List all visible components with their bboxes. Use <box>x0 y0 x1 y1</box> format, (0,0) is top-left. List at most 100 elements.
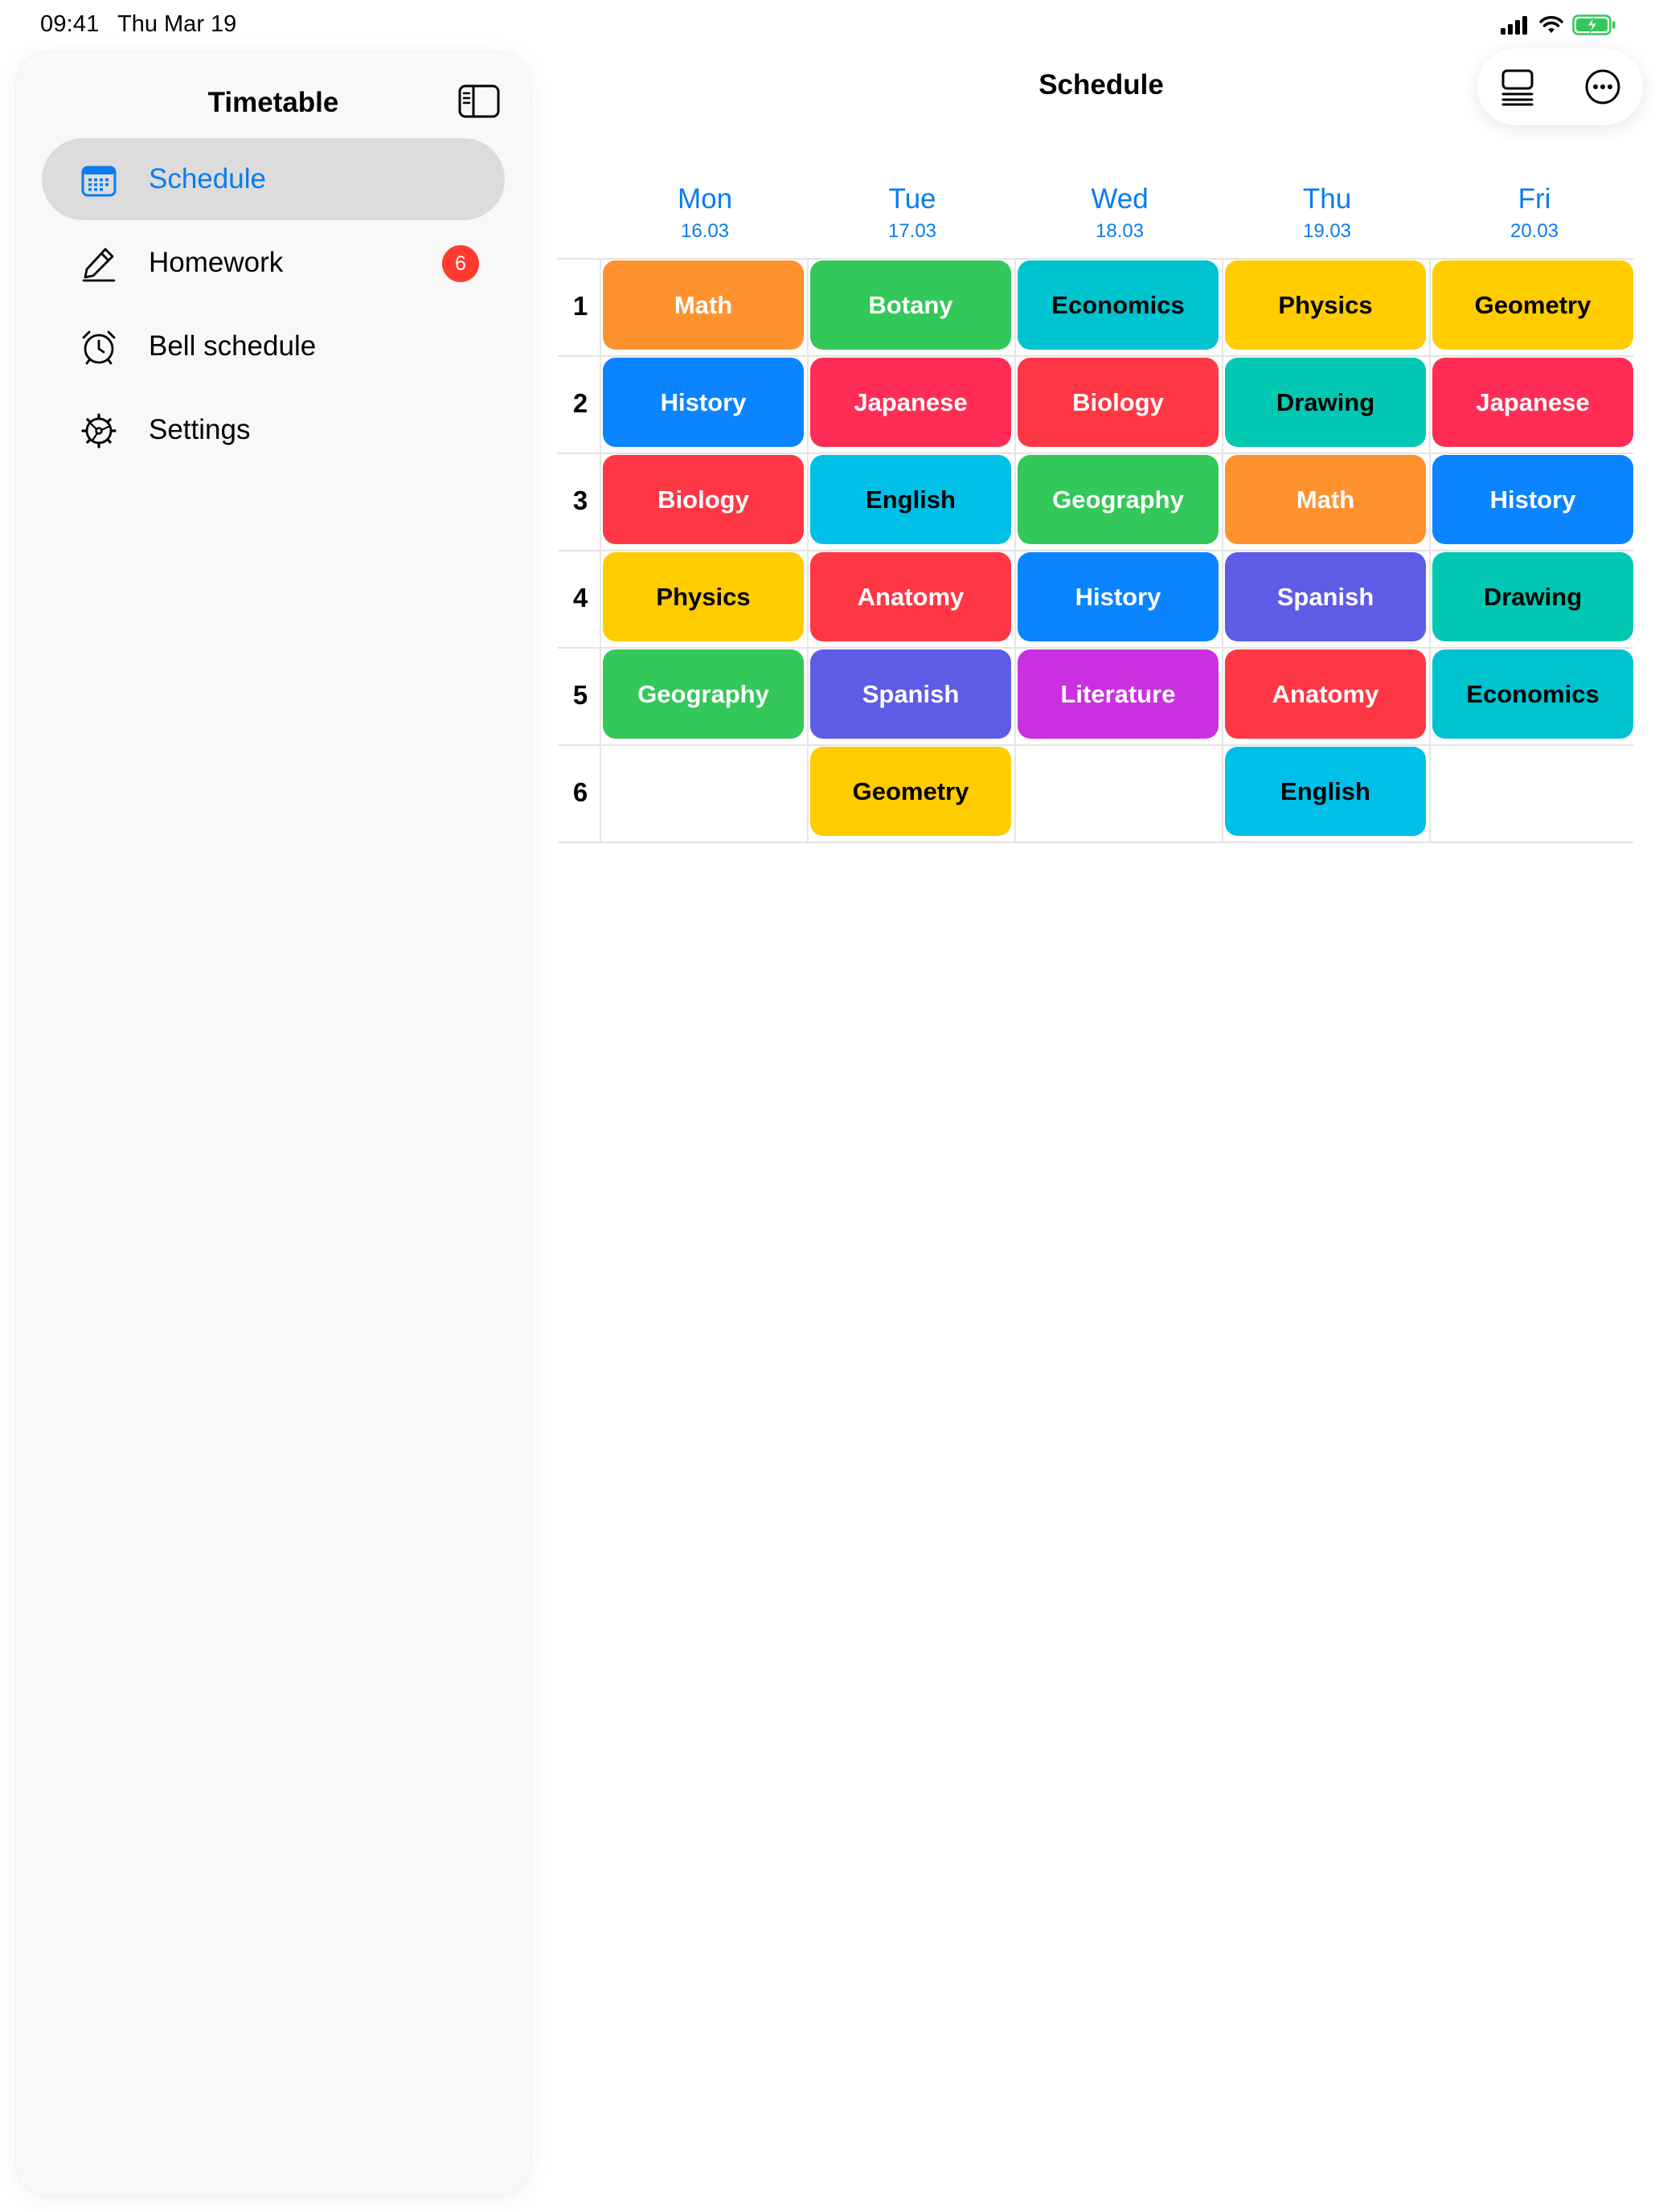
status-date: Thu Mar 19 <box>117 11 237 37</box>
lesson-subject: History <box>1075 582 1161 611</box>
day-header[interactable]: Thu 19.03 <box>1225 183 1429 243</box>
status-time: 09:41 <box>40 11 100 37</box>
lesson-cell[interactable]: Economics <box>1432 649 1633 739</box>
lesson-cell[interactable]: Drawing <box>1432 552 1633 641</box>
lesson-cell[interactable]: English <box>1225 747 1426 836</box>
day-header[interactable]: Mon 16.03 <box>603 183 807 243</box>
lesson-cell[interactable]: Drawing <box>1225 358 1426 447</box>
period-number: 2 <box>572 388 588 418</box>
gear-icon <box>81 413 117 449</box>
pencil-icon <box>82 248 116 282</box>
lesson-cell[interactable]: Japanese <box>810 358 1011 447</box>
more-options-icon[interactable] <box>1583 68 1622 106</box>
sidebar-item-label: Schedule <box>149 163 266 195</box>
lesson-subject: Physics <box>656 582 751 611</box>
lesson-cell[interactable]: History <box>603 358 804 447</box>
lesson-cell[interactable]: Biology <box>1018 358 1219 447</box>
lesson-cell[interactable]: Physics <box>603 552 804 641</box>
period-number: 4 <box>572 583 588 612</box>
sidebar-item-settings[interactable]: Settings <box>42 389 505 471</box>
lesson-cell[interactable]: Physics <box>1225 260 1426 350</box>
sidebar-item-label: Homework <box>149 247 284 278</box>
lesson-subject: Economics <box>1466 679 1600 708</box>
lesson-cell[interactable]: Geography <box>603 649 804 739</box>
lesson-cell[interactable]: Math <box>1225 455 1426 544</box>
day-date: 16.03 <box>680 220 730 242</box>
lesson-cell[interactable]: History <box>1432 455 1633 544</box>
lesson-cell[interactable]: Geography <box>1018 455 1219 544</box>
lesson-subject: Japanese <box>854 387 968 416</box>
day-date: 19.03 <box>1302 220 1352 242</box>
lesson-cell[interactable]: Spanish <box>1225 552 1426 641</box>
day-name: Fri <box>1518 183 1551 215</box>
day-header[interactable]: Fri 20.03 <box>1432 183 1636 243</box>
lesson-subject: Spanish <box>862 679 960 708</box>
day-header[interactable]: Tue 17.03 <box>810 183 1014 243</box>
lesson-subject: Botany <box>868 290 953 319</box>
grid-divider <box>807 258 809 842</box>
wifi-icon <box>1539 15 1563 33</box>
lesson-cell[interactable]: Spanish <box>810 649 1011 739</box>
lesson-cell[interactable]: English <box>810 455 1011 544</box>
lesson-subject: History <box>1489 485 1576 514</box>
grid-divider <box>558 550 1633 551</box>
grid-divider <box>600 258 601 842</box>
lesson-cell[interactable]: Botany <box>810 260 1011 350</box>
lesson-subject: Drawing <box>1276 387 1375 416</box>
lesson-subject: English <box>1280 776 1370 805</box>
list-view-icon[interactable] <box>1498 68 1537 106</box>
grid-divider <box>1014 258 1016 842</box>
day-date: 18.03 <box>1095 220 1145 242</box>
lesson-subject: Math <box>1296 485 1355 514</box>
day-name: Wed <box>1091 183 1149 215</box>
lesson-subject: Literature <box>1060 679 1176 708</box>
lesson-subject: History <box>660 387 747 416</box>
sidebar-item-bell-schedule[interactable]: Bell schedule <box>42 305 505 387</box>
lesson-cell[interactable]: Economics <box>1018 260 1219 350</box>
sidebar-item-homework[interactable]: Homework 6 <box>42 222 505 304</box>
day-date: 17.03 <box>887 220 937 242</box>
sidebar-toggle-icon[interactable] <box>458 84 500 119</box>
lesson-subject: Anatomy <box>857 582 965 611</box>
toolbar <box>1477 48 1643 125</box>
lesson-subject: Biology <box>1072 387 1164 416</box>
period-number: 6 <box>572 777 588 807</box>
day-header[interactable]: Wed 18.03 <box>1018 183 1222 243</box>
lesson-subject: Economics <box>1051 290 1185 319</box>
lesson-cell[interactable]: Japanese <box>1432 358 1633 447</box>
lesson-subject: Geometry <box>852 776 969 805</box>
lesson-subject: Spanish <box>1276 582 1374 611</box>
grid-divider <box>558 258 1633 260</box>
lesson-cell[interactable]: Anatomy <box>1225 649 1426 739</box>
period-number: 5 <box>572 680 588 710</box>
grid-divider <box>558 453 1633 454</box>
lesson-cell[interactable]: Anatomy <box>810 552 1011 641</box>
lesson-subject: Biology <box>657 485 749 514</box>
lesson-subject: Geography <box>1052 485 1184 514</box>
calendar-icon <box>81 166 117 197</box>
page-title: Schedule <box>1038 69 1164 100</box>
sidebar-item-schedule[interactable]: Schedule <box>42 138 505 220</box>
lesson-subject: English <box>866 485 956 514</box>
period-number: 3 <box>572 485 588 515</box>
day-date: 20.03 <box>1509 220 1559 242</box>
grid-divider <box>1222 258 1223 842</box>
grid-divider <box>558 842 1633 843</box>
timetable-grid: Mon 16.03 Tue 17.03 Wed 18.03 Thu 19.03 Fri 20.03… <box>558 175 1635 850</box>
lesson-subject: Drawing <box>1483 582 1583 611</box>
lesson-cell[interactable]: Biology <box>603 455 804 544</box>
lesson-subject: Physics <box>1278 290 1373 319</box>
lesson-subject: Geography <box>637 679 769 708</box>
lesson-cell[interactable]: Geometry <box>1432 260 1633 350</box>
lesson-subject: Math <box>674 290 733 319</box>
lesson-cell[interactable]: History <box>1018 552 1219 641</box>
grid-divider <box>1429 258 1431 842</box>
grid-divider <box>558 744 1633 746</box>
lesson-cell[interactable]: Geometry <box>810 747 1011 836</box>
lesson-cell[interactable]: Literature <box>1018 649 1219 739</box>
battery-charging-icon <box>1572 14 1616 35</box>
lesson-cell[interactable]: Math <box>603 260 804 350</box>
sidebar-title: Timetable <box>207 87 339 118</box>
sidebar-item-label: Settings <box>149 414 251 445</box>
alarm-clock-icon <box>82 330 116 365</box>
